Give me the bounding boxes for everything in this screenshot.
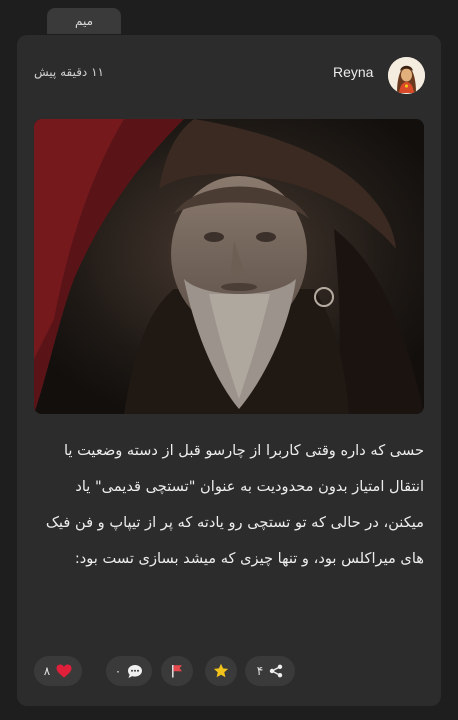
post-time: ۱۱ دقیقه پیش — [34, 65, 104, 79]
post-actions: ۸ ۰ ۴ — [34, 656, 424, 686]
comment-bubble-icon — [128, 664, 143, 678]
post-text: حسی که داره وقتی کاربرا از چارسو قبل از … — [45, 442, 424, 567]
author-avatar[interactable] — [388, 57, 425, 94]
share-count: ۴ — [256, 664, 264, 678]
comment-button[interactable]: ۰ — [106, 656, 152, 686]
favorite-button[interactable] — [205, 656, 237, 686]
post-image[interactable] — [34, 119, 424, 414]
author-name[interactable]: Reyna — [333, 64, 373, 80]
share-button[interactable]: ۴ — [245, 656, 295, 686]
category-tab-label: میم — [74, 14, 94, 28]
flag-icon — [172, 665, 182, 678]
report-button[interactable] — [161, 656, 193, 686]
heart-icon — [56, 664, 72, 678]
like-count: ۸ — [43, 664, 51, 678]
share-icon — [270, 664, 283, 678]
comment-count: ۰ — [114, 664, 122, 678]
category-tab[interactable]: میم — [47, 8, 121, 34]
post-card: Reyna ۱۱ دقیقه پیش حسی که داره وقتی کارب… — [17, 35, 441, 706]
like-button[interactable]: ۸ — [34, 656, 82, 686]
star-icon — [213, 663, 229, 678]
